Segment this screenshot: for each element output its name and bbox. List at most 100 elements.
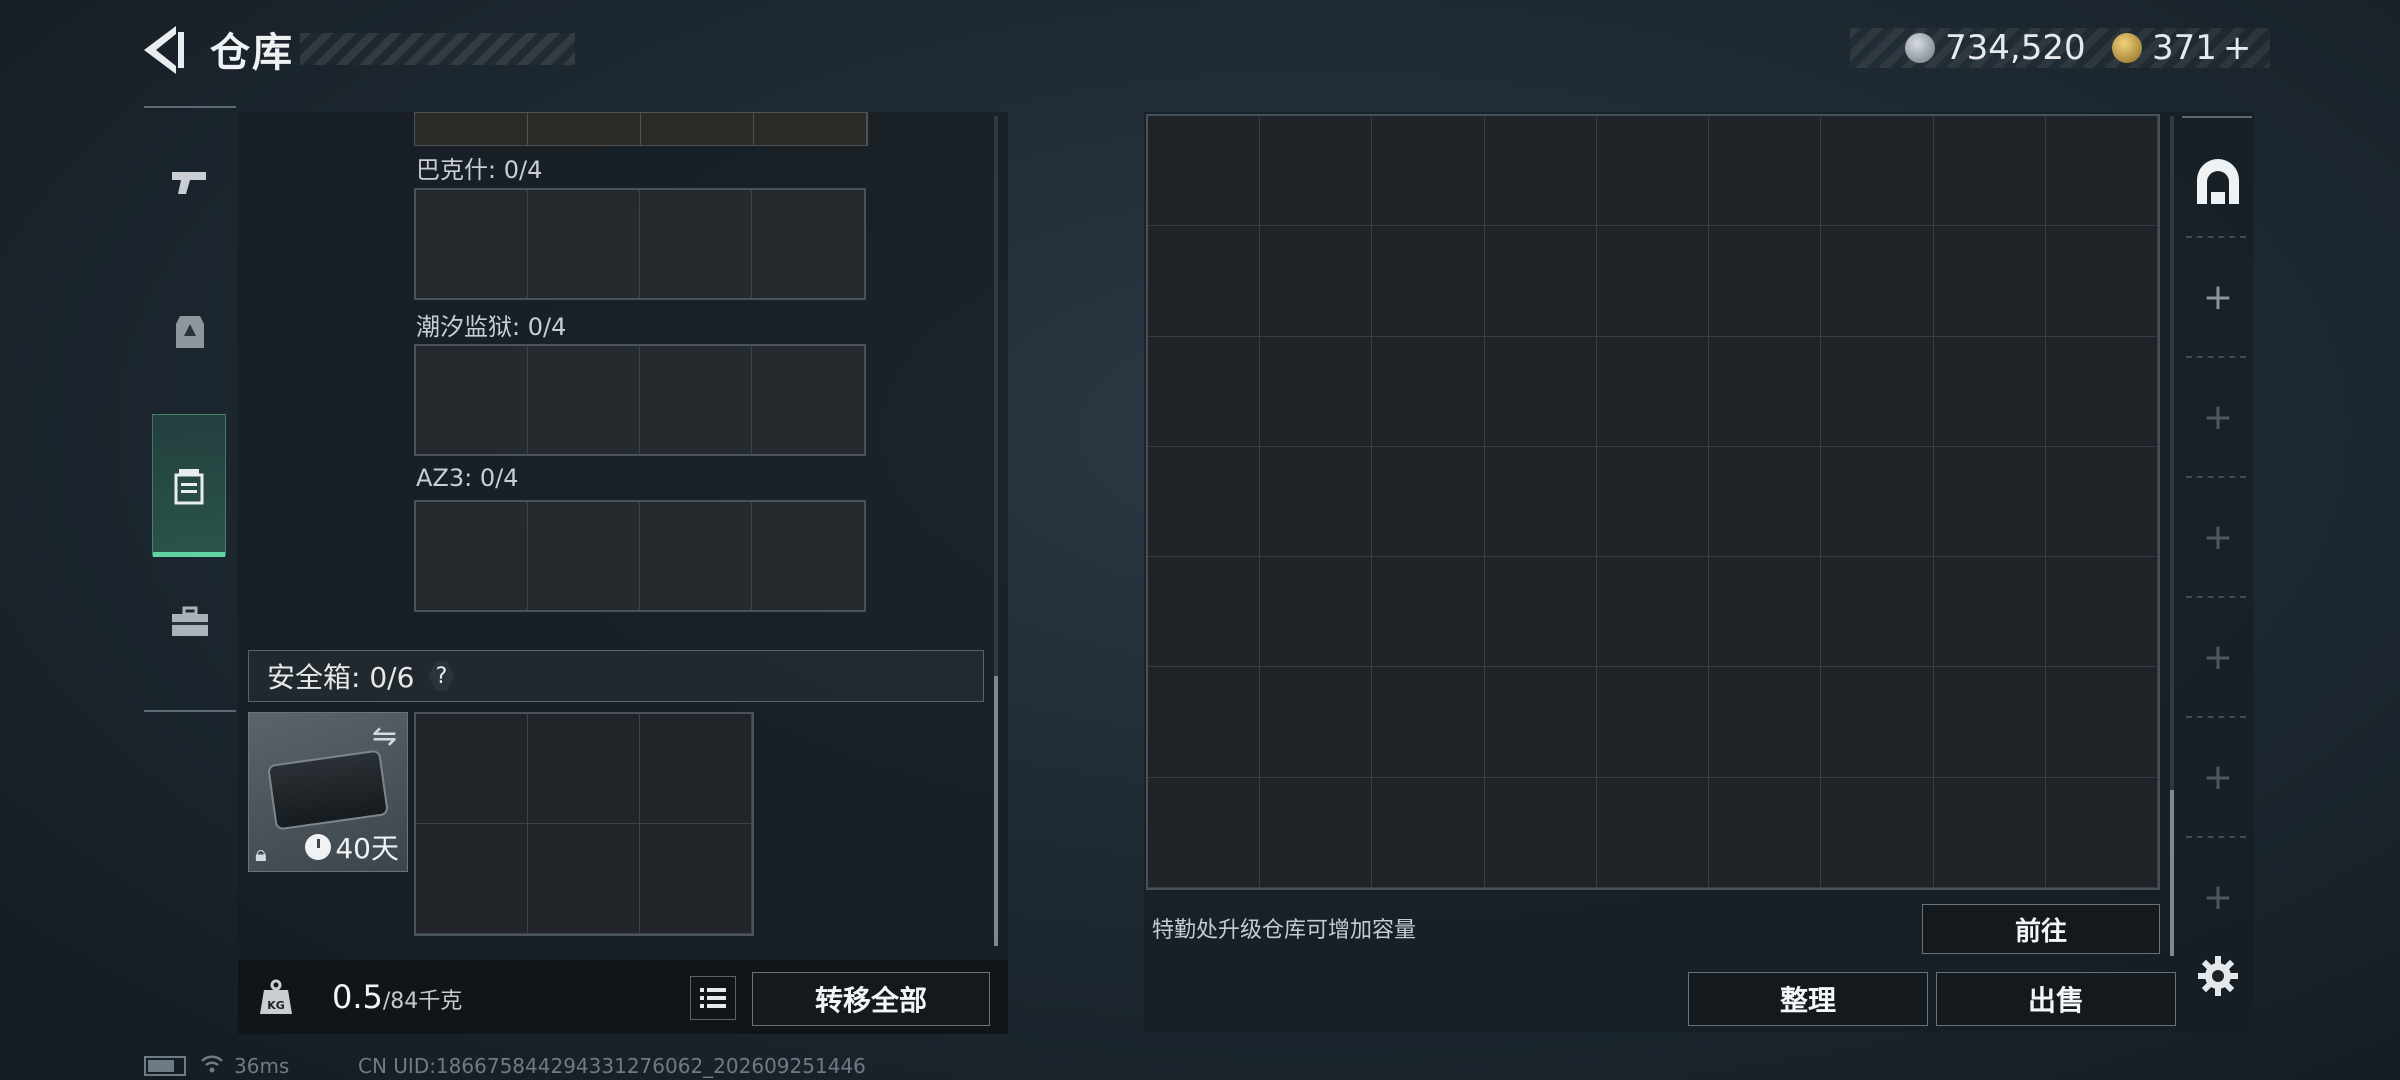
storage-slot[interactable] <box>1709 446 1822 558</box>
storage-slot[interactable] <box>1148 557 1261 668</box>
storage-slot[interactable] <box>1821 446 1934 558</box>
storage-slot[interactable] <box>1821 226 1934 337</box>
slot[interactable] <box>528 190 640 298</box>
storage-slot[interactable] <box>2045 667 2158 778</box>
storage-slot[interactable] <box>1709 667 1822 778</box>
transfer-all-button[interactable]: 转移全部 <box>752 972 990 1026</box>
storage-slot[interactable] <box>1933 446 2046 558</box>
storage-slot[interactable] <box>1596 667 1710 778</box>
slot[interactable] <box>528 346 640 454</box>
slot[interactable] <box>640 346 752 454</box>
storage-slot[interactable] <box>2045 336 2158 447</box>
storage-slot[interactable] <box>1148 116 1261 227</box>
safe-box-item[interactable]: ⇋ 🔒︎ 40天 <box>248 712 408 872</box>
loadout-scroll-thumb[interactable] <box>994 676 998 946</box>
storage-slot[interactable] <box>1372 116 1485 227</box>
storage-slot[interactable] <box>1148 667 1261 778</box>
storage-slot[interactable] <box>1596 557 1710 668</box>
storage-slot[interactable] <box>1709 116 1822 227</box>
back-button[interactable] <box>140 22 190 78</box>
storage-slot[interactable] <box>1148 446 1261 558</box>
slot[interactable] <box>416 824 528 934</box>
storage-slot[interactable] <box>1484 336 1597 447</box>
storage-slot[interactable] <box>1821 667 1934 778</box>
slot[interactable] <box>415 113 528 145</box>
storage-slot[interactable] <box>1709 226 1822 337</box>
storage-slot[interactable] <box>1596 226 1710 337</box>
storage-slot[interactable] <box>1484 446 1597 558</box>
nav-equipment[interactable] <box>154 296 226 368</box>
storage-slot[interactable] <box>1484 777 1597 888</box>
slot[interactable] <box>416 714 528 824</box>
slot[interactable] <box>640 714 752 824</box>
storage-slot[interactable] <box>1484 667 1597 778</box>
add-storage-tab[interactable]: + <box>2182 602 2254 712</box>
add-storage-tab[interactable]: + <box>2182 362 2254 472</box>
storage-slot[interactable] <box>1484 226 1597 337</box>
slot[interactable] <box>752 502 864 610</box>
storage-slot[interactable] <box>2045 557 2158 668</box>
storage-slot[interactable] <box>1372 446 1485 558</box>
add-gold-button[interactable]: + <box>2223 28 2252 68</box>
add-storage-tab[interactable]: + <box>2182 722 2254 832</box>
storage-slot[interactable] <box>2045 116 2158 227</box>
storage-slot[interactable] <box>2045 226 2158 337</box>
add-storage-tab[interactable]: + <box>2182 842 2254 952</box>
storage-slot[interactable] <box>1596 777 1710 888</box>
storage-slot[interactable] <box>1709 557 1822 668</box>
storage-slot[interactable] <box>1372 777 1485 888</box>
storage-slot[interactable] <box>1260 667 1373 778</box>
storage-slot[interactable] <box>1260 226 1373 337</box>
add-storage-tab[interactable]: + <box>2182 242 2254 352</box>
storage-slot[interactable] <box>2045 446 2158 558</box>
storage-slot[interactable] <box>1148 336 1261 447</box>
slot[interactable] <box>752 346 864 454</box>
swap-icon[interactable]: ⇋ <box>372 719 397 754</box>
storage-slot[interactable] <box>1933 557 2046 668</box>
storage-slot[interactable] <box>2045 777 2158 888</box>
currency-gold[interactable]: 371 + <box>2112 28 2252 68</box>
storage-slot[interactable] <box>1148 777 1261 888</box>
slot[interactable] <box>754 113 867 145</box>
storage-slot[interactable] <box>1260 446 1373 558</box>
storage-slot[interactable] <box>1260 336 1373 447</box>
slot[interactable] <box>416 502 528 610</box>
storage-scroll-thumb[interactable] <box>2170 790 2174 956</box>
storage-slot[interactable] <box>1596 336 1710 447</box>
nav-weapons[interactable] <box>154 146 226 218</box>
help-button[interactable]: ? <box>428 661 455 691</box>
storage-slot[interactable] <box>1933 667 2046 778</box>
storage-slot[interactable] <box>1821 557 1934 668</box>
storage-slot[interactable] <box>1260 777 1373 888</box>
storage-slot[interactable] <box>1148 226 1261 337</box>
storage-slot[interactable] <box>1372 667 1485 778</box>
sell-button[interactable]: 出售 <box>1936 972 2176 1026</box>
slot[interactable] <box>528 113 641 145</box>
storage-slot[interactable] <box>1484 557 1597 668</box>
storage-slot[interactable] <box>1260 116 1373 227</box>
storage-slot[interactable] <box>1933 336 2046 447</box>
storage-slot[interactable] <box>1596 116 1710 227</box>
storage-slot[interactable] <box>1933 777 2046 888</box>
slot[interactable] <box>528 502 640 610</box>
slot[interactable] <box>752 190 864 298</box>
storage-slot[interactable] <box>1260 557 1373 668</box>
slot[interactable] <box>416 190 528 298</box>
storage-slot[interactable] <box>1372 226 1485 337</box>
goto-button[interactable]: 前往 <box>1922 904 2160 954</box>
list-view-button[interactable] <box>690 976 736 1020</box>
nav-backpack[interactable] <box>152 414 226 557</box>
sort-button[interactable]: 整理 <box>1688 972 1928 1026</box>
slot[interactable] <box>528 714 640 824</box>
nav-toolbox[interactable] <box>154 586 226 658</box>
slot[interactable] <box>528 824 640 934</box>
storage-tab-main[interactable] <box>2182 128 2254 238</box>
storage-slot[interactable] <box>1821 116 1934 227</box>
slot[interactable] <box>640 824 752 934</box>
slot[interactable] <box>640 502 752 610</box>
slot[interactable] <box>416 346 528 454</box>
storage-slot[interactable] <box>1484 116 1597 227</box>
storage-slot[interactable] <box>1372 336 1485 447</box>
storage-slot[interactable] <box>1372 557 1485 668</box>
storage-slot[interactable] <box>1709 336 1822 447</box>
